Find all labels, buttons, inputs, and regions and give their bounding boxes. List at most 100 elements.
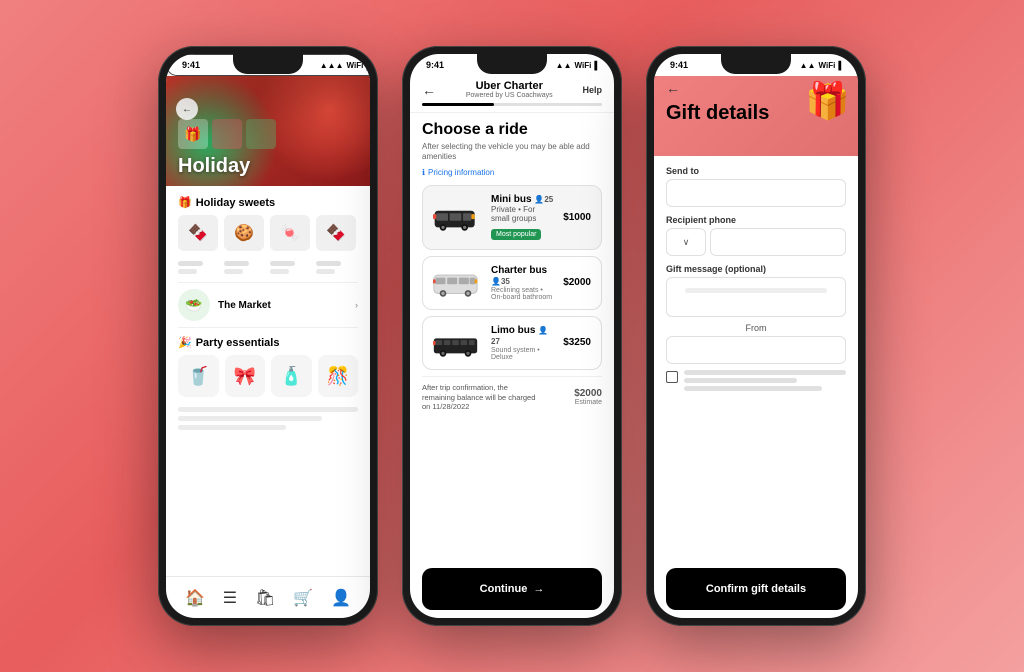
battery-icon-3: ▌ <box>838 61 844 70</box>
phone-1: 9:41 ▲▲▲ WiFi ▌ 🎁 Holiday ← 🎁 Holiday <box>158 46 378 626</box>
estimate-amount: $2000 <box>574 388 602 399</box>
holiday-sweets-title: 🎁 Holiday sweets <box>178 196 358 209</box>
phone2-subtitle: Powered by US Coachways <box>466 92 553 99</box>
nav-profile-icon[interactable]: 👤 <box>331 588 351 608</box>
gift-emoji-icon: 🎁 <box>805 80 850 122</box>
phone-2: 9:41 ▲▲ WiFi ▌ ← Uber Charter Powered by… <box>402 46 622 626</box>
choose-ride-title: Choose a ride <box>422 121 602 139</box>
nav-bag-icon[interactable]: 🛍 <box>255 588 275 608</box>
phone1-title: Holiday <box>178 155 358 178</box>
estimate-row: After trip confirmation, the remaining b… <box>422 376 602 418</box>
uber-progress-fill <box>422 103 494 106</box>
recipient-phone-label: Recipient phone <box>666 215 846 225</box>
choose-ride-subtitle: After selecting the vehicle you may be a… <box>422 142 602 163</box>
bottom-lines <box>178 403 358 438</box>
phone2-title: Uber Charter <box>466 80 553 92</box>
notch-3 <box>721 54 791 74</box>
charter-bus-price: $2000 <box>563 277 591 288</box>
confirm-gift-button[interactable]: Confirm gift details <box>666 568 846 610</box>
item-bow: 🎊 <box>318 355 359 397</box>
uber-progress-bar <box>422 103 602 106</box>
item-cookie: 🍪 <box>224 215 264 251</box>
charter-bus-name: Charter bus 👤35 <box>491 265 555 287</box>
send-to-label: Send to <box>666 166 846 176</box>
mini-bus-price: $1000 <box>563 212 591 223</box>
most-popular-badge: Most popular <box>491 229 541 240</box>
market-chevron-icon: › <box>355 300 358 310</box>
mini-bus-info: Mini bus 👤25 Private • For small groups … <box>491 194 555 241</box>
charter-bus-info: Charter bus 👤35 Reclining seats • On-boa… <box>491 265 555 301</box>
limo-bus-price: $3250 <box>563 337 591 348</box>
item-ribbon: 🎀 <box>225 355 266 397</box>
item-bottle: 🧴 <box>271 355 312 397</box>
estimate-text: After trip confirmation, the remaining b… <box>422 383 542 412</box>
party-items: 🥤 🎀 🧴 🎊 <box>178 355 358 397</box>
phone-row: ∨ <box>666 228 846 256</box>
phone1-header-image: 🎁 Holiday <box>166 76 370 186</box>
estimate-label: Estimate <box>574 399 602 406</box>
phone3-back-button[interactable]: ← <box>666 80 680 96</box>
phone1-nav: 🏠 ☰ 🛍 🛒 👤 <box>166 576 370 618</box>
status-icons-3: ▲▲ WiFi ▌ <box>800 61 844 70</box>
status-icons-1: ▲▲▲ WiFi ▌ <box>320 61 370 70</box>
pricing-info-link[interactable]: ℹ Pricing information <box>422 168 602 177</box>
time-1: 9:41 <box>182 60 200 70</box>
limo-bus-name: Limo bus 👤27 <box>491 325 555 347</box>
item-chocolate: 🍫 <box>178 215 218 251</box>
continue-arrow-icon: → <box>533 583 544 595</box>
checkbox[interactable] <box>666 371 678 383</box>
phone3-content: Send to Recipient phone ∨ Gift message (… <box>654 156 858 564</box>
info-icon: ℹ <box>422 168 425 177</box>
the-market-row[interactable]: 🥗 The Market › <box>178 282 358 328</box>
send-to-input[interactable] <box>666 179 846 207</box>
nav-cart-icon[interactable]: 🛒 <box>293 588 313 608</box>
time-3: 9:41 <box>670 60 688 70</box>
mini-bus-card[interactable]: Mini bus 👤25 Private • For small groups … <box>422 185 602 250</box>
from-label: From <box>666 323 846 333</box>
item-chocolate2: 🍫 <box>316 215 356 251</box>
checkbox-row <box>666 370 846 394</box>
phone2-content: Choose a ride After selecting the vehicl… <box>410 113 614 562</box>
phone2-header-row: ← Uber Charter Powered by US Coachways H… <box>422 80 602 99</box>
phone-number-input[interactable] <box>710 228 846 256</box>
charter-bus-card[interactable]: Charter bus 👤35 Reclining seats • On-boa… <box>422 256 602 310</box>
item-candy: 🍬 <box>270 215 310 251</box>
market-label: The Market <box>218 300 271 311</box>
limo-bus-image <box>433 325 483 361</box>
nav-home-icon[interactable]: 🏠 <box>185 588 205 608</box>
wifi-icon: WiFi <box>347 61 364 70</box>
market-thumb: 🥗 <box>178 289 210 321</box>
wifi-icon-2: WiFi <box>575 61 592 70</box>
signal-icon-2: ▲▲ <box>556 61 572 70</box>
mini-bus-name: Mini bus 👤25 <box>491 194 555 205</box>
nav-search-icon[interactable]: ☰ <box>223 588 237 608</box>
signal-icon-3: ▲▲ <box>800 61 816 70</box>
wifi-icon-3: WiFi <box>819 61 836 70</box>
checkbox-text <box>684 370 846 394</box>
battery-icon-2: ▌ <box>594 61 600 70</box>
notch-1 <box>233 54 303 74</box>
phone3-header: ← Gift details 🎁 <box>654 76 858 156</box>
phone1-back-button[interactable]: ← <box>176 98 198 120</box>
phone-code-dropdown[interactable]: ∨ <box>666 228 706 256</box>
phone2-back-button[interactable]: ← <box>422 82 436 98</box>
continue-button[interactable]: Continue → <box>422 568 602 610</box>
party-icon: 🎉 <box>178 336 192 349</box>
help-button[interactable]: Help <box>582 85 602 95</box>
signal-icon: ▲▲▲ <box>320 61 344 70</box>
item-cup: 🥤 <box>178 355 219 397</box>
phone1-content: 🎁 Holiday sweets 🍫 🍪 🍬 🍫 🥗 The Market › <box>166 186 370 576</box>
phone1-header: 🎁 Holiday ← <box>166 76 370 186</box>
gift-message-input[interactable] <box>666 277 846 317</box>
battery-icon: ▌ <box>366 61 370 70</box>
limo-bus-card[interactable]: Limo bus 👤27 Sound system • Deluxe $3250 <box>422 316 602 370</box>
charter-bus-image <box>433 265 483 301</box>
holiday-sweets-icon: 🎁 <box>178 196 192 209</box>
limo-bus-info: Limo bus 👤27 Sound system • Deluxe <box>491 325 555 361</box>
status-icons-2: ▲▲ WiFi ▌ <box>556 61 600 70</box>
party-essentials-title: 🎉 Party essentials <box>178 336 358 349</box>
phone-3: 9:41 ▲▲ WiFi ▌ ← Gift details 🎁 Send to … <box>646 46 866 626</box>
holiday-sweets-items: 🍫 🍪 🍬 🍫 <box>178 215 358 251</box>
gift-message-label: Gift message (optional) <box>666 264 846 274</box>
from-input[interactable] <box>666 336 846 364</box>
